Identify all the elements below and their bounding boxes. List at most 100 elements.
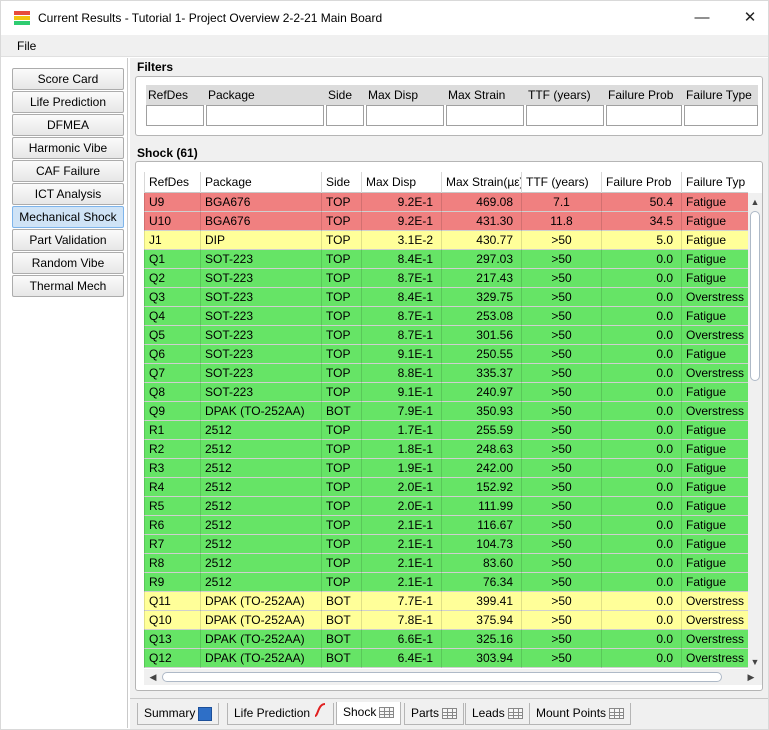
table-row[interactable]: R9 2512 TOP 2.1E-1 76.34 >50 0.0 Fatigue: [144, 573, 748, 592]
table-row[interactable]: R4 2512 TOP 2.0E-1 152.92 >50 0.0 Fatigue: [144, 478, 748, 497]
column-header-0[interactable]: RefDes: [144, 172, 200, 193]
tab-mount-points[interactable]: Mount Points: [529, 703, 632, 725]
sidebar-item-part-validation[interactable]: Part Validation: [12, 229, 124, 251]
table-cell: TOP: [321, 535, 361, 554]
horizontal-scrollbar[interactable]: ◀ ▶: [144, 669, 762, 685]
table-cell: 83.60: [441, 554, 521, 573]
column-header-3[interactable]: Max Disp: [361, 172, 441, 193]
table-row[interactable]: Q7 SOT-223 TOP 8.8E-1 335.37 >50 0.0 Overstress: [144, 364, 748, 383]
tab-leads[interactable]: Leads: [465, 703, 530, 725]
vertical-scrollbar[interactable]: ▲ ▼: [748, 193, 762, 670]
table-row[interactable]: Q3 SOT-223 TOP 8.4E-1 329.75 >50 0.0 Overstress: [144, 288, 748, 307]
sidebar-item-mechanical-shock[interactable]: Mechanical Shock: [12, 206, 124, 228]
tab-shock[interactable]: Shock: [336, 702, 402, 725]
menu-bar: File: [1, 35, 768, 57]
filter-input-refdes[interactable]: [146, 105, 204, 126]
table-row[interactable]: Q8 SOT-223 TOP 9.1E-1 240.97 >50 0.0 Fatigue: [144, 383, 748, 402]
table-cell: >50: [521, 307, 601, 326]
column-header-1[interactable]: Package: [200, 172, 321, 193]
table-cell: BGA676: [200, 212, 321, 231]
table-cell: >50: [521, 326, 601, 345]
grid-icon: [442, 708, 458, 720]
sidebar-item-dfmea[interactable]: DFMEA: [12, 114, 124, 136]
filter-input-max-disp[interactable]: [366, 105, 444, 126]
table-row[interactable]: Q4 SOT-223 TOP 8.7E-1 253.08 >50 0.0 Fatigue: [144, 307, 748, 326]
table-cell: 5.0: [601, 231, 681, 250]
column-header-7[interactable]: Failure Typ: [681, 172, 748, 193]
tab-parts[interactable]: Parts: [404, 703, 465, 725]
table-cell: U10: [144, 212, 200, 231]
table-row[interactable]: Q5 SOT-223 TOP 8.7E-1 301.56 >50 0.0 Overstress: [144, 326, 748, 345]
filter-input-failure-prob[interactable]: [606, 105, 682, 126]
table-row[interactable]: R8 2512 TOP 2.1E-1 83.60 >50 0.0 Fatigue: [144, 554, 748, 573]
tab-label: Life Prediction: [234, 706, 311, 720]
minimize-icon[interactable]: —: [687, 7, 717, 29]
sidebar-item-life-prediction[interactable]: Life Prediction: [12, 91, 124, 113]
table-row[interactable]: R1 2512 TOP 1.7E-1 255.59 >50 0.0 Fatigue: [144, 421, 748, 440]
scroll-down-icon[interactable]: ▼: [748, 655, 762, 669]
scroll-left-icon[interactable]: ◀: [146, 670, 160, 684]
column-header-2[interactable]: Side: [321, 172, 361, 193]
table-row[interactable]: R7 2512 TOP 2.1E-1 104.73 >50 0.0 Fatigue: [144, 535, 748, 554]
table-cell: Fatigue: [681, 307, 748, 326]
table-row[interactable]: J1 DIP TOP 3.1E-2 430.77 >50 5.0 Fatigue: [144, 231, 748, 250]
table-cell: 2512: [200, 573, 321, 592]
table-row[interactable]: R3 2512 TOP 1.9E-1 242.00 >50 0.0 Fatigue: [144, 459, 748, 478]
bottom-tab-bar: Summary Life Prediction Shock Parts Leads Mou…: [130, 698, 768, 729]
table-row[interactable]: Q1 SOT-223 TOP 8.4E-1 297.03 >50 0.0 Fatigue: [144, 250, 748, 269]
tab-summary[interactable]: Summary: [137, 703, 220, 725]
table-row[interactable]: Q11 DPAK (TO-252AA) BOT 7.7E-1 399.41 >50 0.0 O…: [144, 592, 748, 611]
table-cell: 9.1E-1: [361, 383, 441, 402]
table-row[interactable]: Q10 DPAK (TO-252AA) BOT 7.8E-1 375.94 >50 0.0 O…: [144, 611, 748, 630]
table-row[interactable]: Q12 DPAK (TO-252AA) BOT 6.4E-1 303.94 >50 0.0 O…: [144, 649, 748, 668]
sidebar-item-score-card[interactable]: Score Card: [12, 68, 124, 90]
table-row[interactable]: Q13 DPAK (TO-252AA) BOT 6.6E-1 325.16 >50 0.0 O…: [144, 630, 748, 649]
scroll-right-icon[interactable]: ▶: [744, 670, 758, 684]
table-row[interactable]: R6 2512 TOP 2.1E-1 116.67 >50 0.0 Fatigue: [144, 516, 748, 535]
tab-life-prediction[interactable]: Life Prediction: [227, 703, 335, 725]
table-cell: 375.94: [441, 611, 521, 630]
filter-input-max-strain[interactable]: [446, 105, 524, 126]
scroll-up-icon[interactable]: ▲: [748, 195, 762, 209]
table-cell: >50: [521, 573, 601, 592]
column-header-4[interactable]: Max Strain(µε): [441, 172, 521, 193]
table-cell: Fatigue: [681, 231, 748, 250]
sidebar-item-random-vibe[interactable]: Random Vibe: [12, 252, 124, 274]
table-cell: >50: [521, 535, 601, 554]
table-row[interactable]: Q9 DPAK (TO-252AA) BOT 7.9E-1 350.93 >50 0.0 Ov…: [144, 402, 748, 421]
column-header-5[interactable]: TTF (years): [521, 172, 601, 193]
filter-input-side[interactable]: [326, 105, 364, 126]
column-header-6[interactable]: Failure Prob: [601, 172, 681, 193]
table-cell: 325.16: [441, 630, 521, 649]
filter-header-7: Failure Type: [686, 88, 752, 102]
table-row[interactable]: U10 BGA676 TOP 9.2E-1 431.30 11.8 34.5 Fatigue: [144, 212, 748, 231]
table-cell: 335.37: [441, 364, 521, 383]
table-row[interactable]: R5 2512 TOP 2.0E-1 111.99 >50 0.0 Fatigue: [144, 497, 748, 516]
sidebar-item-harmonic-vibe[interactable]: Harmonic Vibe: [12, 137, 124, 159]
table-cell: >50: [521, 611, 601, 630]
sidebar-item-caf-failure[interactable]: CAF Failure: [12, 160, 124, 182]
filter-input-ttf-years-[interactable]: [526, 105, 604, 126]
table-row[interactable]: Q2 SOT-223 TOP 8.7E-1 217.43 >50 0.0 Fatigue: [144, 269, 748, 288]
horizontal-scroll-thumb[interactable]: [162, 672, 722, 682]
table-row[interactable]: U9 BGA676 TOP 9.2E-1 469.08 7.1 50.4 Fatigue: [144, 193, 748, 212]
table-cell: 8.7E-1: [361, 326, 441, 345]
close-icon[interactable]: ✕: [735, 7, 765, 29]
filters-title: Filters: [137, 60, 174, 74]
filter-input-package[interactable]: [206, 105, 324, 126]
table-cell: 2512: [200, 478, 321, 497]
table-cell: >50: [521, 459, 601, 478]
tab-label: Summary: [144, 706, 196, 720]
sidebar-item-thermal-mech[interactable]: Thermal Mech: [12, 275, 124, 297]
table-row[interactable]: Q6 SOT-223 TOP 9.1E-1 250.55 >50 0.0 Fatigue: [144, 345, 748, 364]
table-cell: 2.1E-1: [361, 516, 441, 535]
table-row[interactable]: R2 2512 TOP 1.8E-1 248.63 >50 0.0 Fatigue: [144, 440, 748, 459]
vertical-scroll-thumb[interactable]: [750, 211, 760, 381]
table-cell: TOP: [321, 231, 361, 250]
table-cell: 248.63: [441, 440, 521, 459]
menu-file[interactable]: File: [17, 39, 36, 53]
table-cell: TOP: [321, 307, 361, 326]
sidebar-item-ict-analysis[interactable]: ICT Analysis: [12, 183, 124, 205]
table-cell: Q8: [144, 383, 200, 402]
filter-input-failure-type[interactable]: [684, 105, 758, 126]
